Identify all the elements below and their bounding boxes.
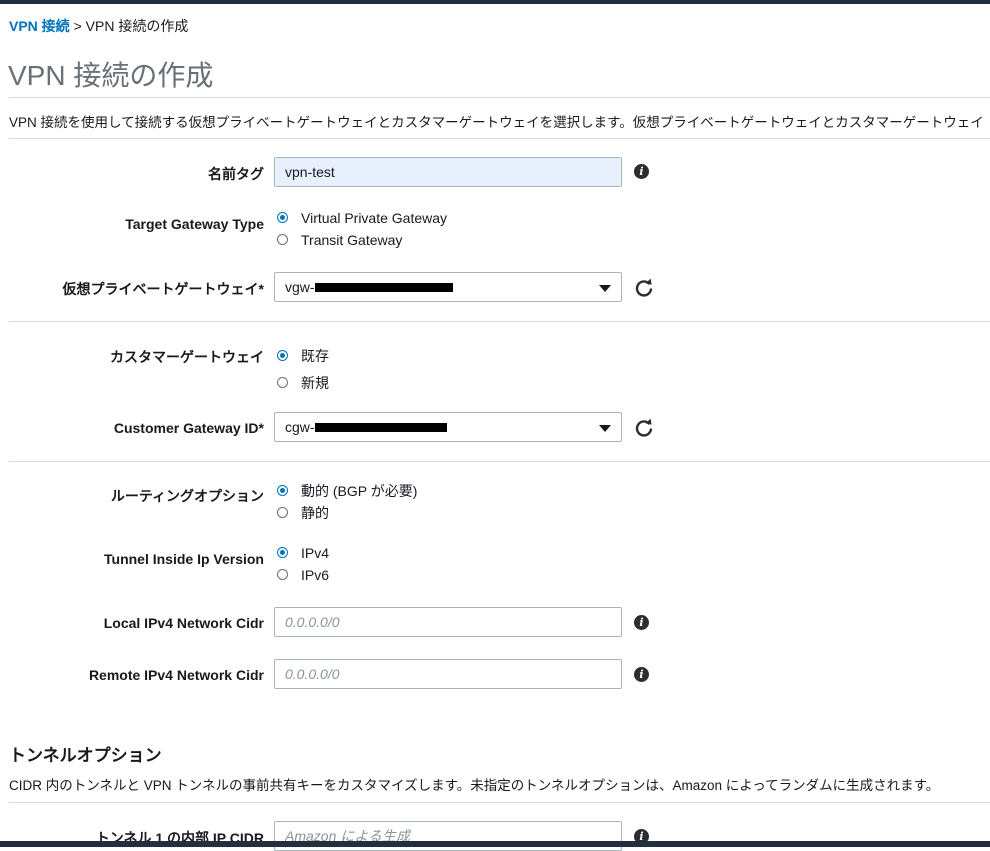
chevron-down-icon [599,425,611,432]
radio-label: Virtual Private Gateway [301,210,448,226]
radio-ipv6[interactable]: IPv6 [277,567,329,583]
radio-selected-icon[interactable] [277,546,288,558]
customer-gateway-label: カスタマーゲートウェイ [110,349,264,365]
radio-icon[interactable] [277,376,288,388]
page-title: VPN 接続の作成 [8,60,214,91]
radio-virtual-private-gateway[interactable]: Virtual Private Gateway [277,210,447,226]
virtual-private-gateway-label: 仮想プライベートゲートウェイ* [62,281,264,297]
radio-selected-icon[interactable] [277,349,288,361]
tunnel-options-description: CIDR 内のトンネルと VPN トンネルの事前共有キーをカスタマイズします。未… [9,778,940,793]
info-icon[interactable]: i [634,615,649,630]
radio-ipv4[interactable]: IPv4 [277,545,329,561]
virtual-private-gateway-select[interactable]: vgw- [274,272,622,302]
refresh-icon[interactable] [634,418,654,438]
info-icon[interactable]: i [634,667,649,682]
bottom-bar [0,841,990,847]
breadcrumb-current: VPN 接続の作成 [85,18,189,34]
radio-selected-icon[interactable] [277,484,288,496]
radio-label: 動的 (BGP が必要) [301,483,418,499]
radio-icon[interactable] [277,506,288,518]
select-value: cgw- [285,419,315,435]
name-tag-label: 名前タグ [208,166,264,182]
refresh-icon[interactable] [634,278,654,298]
radio-icon[interactable] [277,568,288,580]
radio-routing-static[interactable]: 静的 [277,503,329,523]
customer-gateway-id-label: Customer Gateway ID* [113,420,264,436]
customer-gateway-id-select[interactable]: cgw- [274,412,622,442]
radio-label: 新規 [301,375,329,391]
local-cidr-input[interactable] [274,607,622,637]
tunnel-inside-ip-version-label: Tunnel Inside Ip Version [104,551,264,567]
remote-cidr-input[interactable] [274,659,622,689]
radio-label: 既存 [301,348,329,364]
info-icon[interactable]: i [634,164,649,179]
tunnel-options-title: トンネルオプション [9,746,162,765]
divider [9,138,990,139]
radio-label: IPv6 [301,567,330,583]
divider [9,97,990,98]
radio-selected-icon[interactable] [277,211,288,223]
target-gateway-type-label: Target Gateway Type [125,216,264,232]
breadcrumb-link-vpn-connections[interactable]: VPN 接続 [9,18,70,34]
routing-options-label: ルーティングオプション [110,488,264,504]
radio-label: 静的 [301,505,329,521]
local-cidr-label: Local IPv4 Network Cidr [103,615,264,631]
radio-customer-gateway-existing[interactable]: 既存 [277,346,329,366]
radio-routing-dynamic[interactable]: 動的 (BGP が必要) [277,481,417,501]
radio-transit-gateway[interactable]: Transit Gateway [277,232,402,248]
top-bar [0,0,990,4]
radio-label: IPv4 [301,545,330,561]
radio-customer-gateway-new[interactable]: 新規 [277,373,329,393]
divider [9,321,990,322]
name-tag-input[interactable] [274,157,622,187]
breadcrumb: VPN 接続 > VPN 接続の作成 [9,16,188,36]
radio-label: Transit Gateway [301,232,403,248]
remote-cidr-label: Remote IPv4 Network Cidr [88,667,264,683]
breadcrumb-separator: > [69,18,86,34]
chevron-down-icon [599,285,611,292]
page-description: VPN 接続を使用して接続する仮想プライベートゲートウェイとカスタマーゲートウェ… [9,115,984,130]
select-value: vgw- [285,279,315,295]
radio-icon[interactable] [277,233,288,245]
divider [9,461,990,462]
redacted-value [314,282,453,292]
redacted-value [314,422,447,432]
divider [9,802,990,803]
